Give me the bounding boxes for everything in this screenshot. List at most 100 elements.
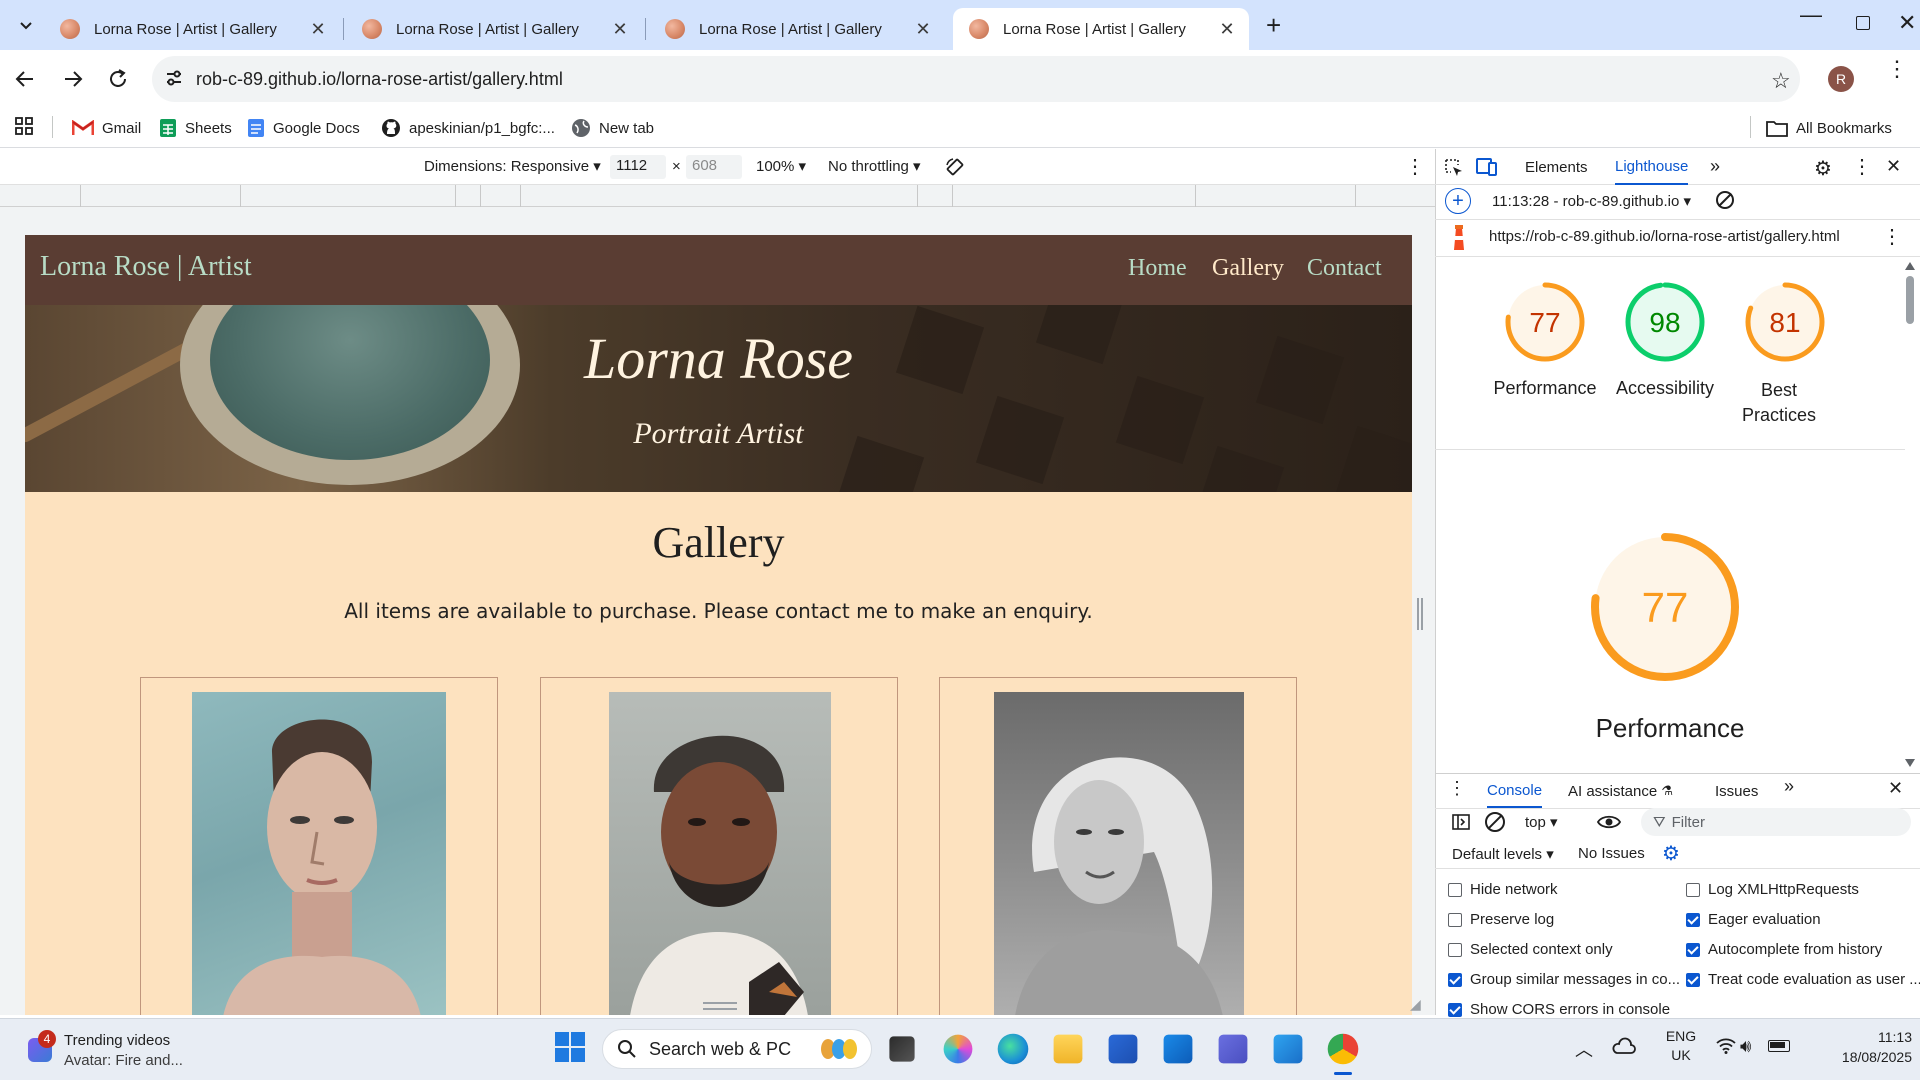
- teams-icon[interactable]: [1218, 1034, 1248, 1064]
- scroll-up-arrow-icon[interactable]: [1905, 262, 1915, 270]
- onedrive-cloud-icon[interactable]: [1612, 1037, 1636, 1055]
- console-setting-row[interactable]: Group similar messages in co...: [1448, 971, 1680, 988]
- bookmark-new-tab[interactable]: New tab: [571, 114, 654, 142]
- language-indicator[interactable]: ENG UK: [1658, 1027, 1704, 1065]
- inspect-element-icon[interactable]: [1444, 158, 1464, 178]
- checkbox[interactable]: [1448, 882, 1462, 897]
- console-settings-gear-icon[interactable]: ⚙: [1662, 841, 1680, 866]
- viewport-resize-handle-bottom[interactable]: [703, 1002, 737, 1010]
- profile-avatar[interactable]: R: [1828, 66, 1854, 92]
- portrait-woman-image[interactable]: [192, 692, 446, 1015]
- filter-input[interactable]: ⛛ Filter: [1641, 808, 1911, 836]
- back-icon[interactable]: [14, 68, 36, 90]
- portrait-elderly-woman-image[interactable]: [994, 692, 1244, 1015]
- all-bookmarks[interactable]: All Bookmarks: [1766, 114, 1892, 142]
- nav-link-home[interactable]: Home: [1128, 255, 1187, 282]
- checkbox[interactable]: [1686, 972, 1700, 987]
- close-window-icon[interactable]: ✕: [1898, 10, 1916, 36]
- nav-link-contact[interactable]: Contact: [1307, 255, 1382, 282]
- viewport-height-input[interactable]: 608: [686, 155, 742, 179]
- close-drawer-icon[interactable]: ✕: [1888, 778, 1903, 799]
- throttling-select[interactable]: No throttling ▾: [828, 157, 921, 175]
- tab-lighthouse[interactable]: Lighthouse: [1615, 149, 1689, 185]
- sidebar-toggle-icon[interactable]: [1451, 812, 1471, 832]
- taskbar-search[interactable]: Search web & PC: [602, 1029, 872, 1069]
- checkbox[interactable]: [1686, 882, 1700, 897]
- report-menu-icon[interactable]: ⋮: [1882, 224, 1902, 249]
- device-toggle-icon[interactable]: [1476, 157, 1498, 177]
- bookmark-sheets[interactable]: Sheets: [159, 114, 232, 142]
- address-bar[interactable]: rob-c-89.github.io/lorna-rose-artist/gal…: [152, 56, 1800, 102]
- browser-tab[interactable]: Lorna Rose | Artist | Gallery ✕: [44, 8, 340, 50]
- viewport-width-input[interactable]: 1112: [610, 155, 666, 179]
- rotate-icon[interactable]: [944, 156, 966, 178]
- site-info-icon[interactable]: [164, 68, 184, 88]
- start-button-icon[interactable]: [554, 1031, 586, 1063]
- widgets-button[interactable]: 4 Trending videos Avatar: Fire and...: [24, 1030, 224, 1070]
- file-explorer-icon[interactable]: [1053, 1034, 1083, 1064]
- browser-tab-active[interactable]: Lorna Rose | Artist | Gallery ✕: [953, 8, 1249, 50]
- volume-icon[interactable]: 🔊︎: [1740, 1036, 1751, 1057]
- battery-icon[interactable]: [1768, 1040, 1790, 1052]
- issues-count[interactable]: No Issues: [1578, 845, 1645, 862]
- microsoft-store-icon[interactable]: [1108, 1034, 1138, 1064]
- context-selector[interactable]: top ▾: [1525, 813, 1558, 831]
- clear-console-icon[interactable]: [1485, 812, 1505, 832]
- browser-tab[interactable]: Lorna Rose | Artist | Gallery ✕: [649, 8, 945, 50]
- new-tab-button[interactable]: +: [1266, 10, 1281, 41]
- drawer-tab-ai-assistance[interactable]: AI assistance ⚗: [1568, 774, 1673, 808]
- console-setting-row[interactable]: Treat code evaluation as user ...: [1686, 971, 1920, 988]
- console-setting-row[interactable]: Eager evaluation: [1686, 911, 1821, 928]
- checkbox[interactable]: [1686, 942, 1700, 957]
- checkbox[interactable]: [1448, 912, 1462, 927]
- browser-tab[interactable]: Lorna Rose | Artist | Gallery ✕: [346, 8, 642, 50]
- tab-elements[interactable]: Elements: [1525, 149, 1588, 185]
- bookmark-docs[interactable]: Google Docs: [247, 114, 360, 142]
- task-view-icon[interactable]: [889, 1036, 915, 1062]
- edge-icon[interactable]: [997, 1033, 1029, 1065]
- viewport-resize-corner[interactable]: ◢: [1410, 996, 1421, 1013]
- console-setting-row[interactable]: Show CORS errors in console: [1448, 1001, 1670, 1018]
- console-setting-row[interactable]: Selected context only: [1448, 941, 1613, 958]
- bookmark-star-icon[interactable]: ☆: [1771, 68, 1791, 94]
- close-tab-icon[interactable]: ✕: [1217, 19, 1237, 40]
- new-report-icon[interactable]: +: [1445, 188, 1471, 214]
- zoom-select[interactable]: 100% ▾: [756, 157, 806, 175]
- bookmark-gmail[interactable]: Gmail: [72, 114, 141, 142]
- settings-gear-icon[interactable]: ⚙: [1814, 156, 1832, 181]
- close-devtools-icon[interactable]: ✕: [1886, 156, 1901, 177]
- chrome-icon[interactable]: [1327, 1033, 1359, 1065]
- dimensions-select[interactable]: Dimensions: Responsive ▾: [424, 157, 601, 175]
- console-setting-row[interactable]: Preserve log: [1448, 911, 1554, 928]
- console-setting-row[interactable]: Autocomplete from history: [1686, 941, 1882, 958]
- device-toolbar-menu-icon[interactable]: ⋮: [1405, 154, 1425, 179]
- checkbox[interactable]: [1448, 942, 1462, 957]
- scroll-down-arrow-icon[interactable]: [1905, 759, 1915, 767]
- vscode-icon[interactable]: [1273, 1034, 1303, 1064]
- gallery-card[interactable]: [540, 677, 898, 1015]
- show-hidden-icons[interactable]: ︿: [1575, 1036, 1593, 1062]
- close-tab-icon[interactable]: ✕: [308, 19, 328, 40]
- nav-link-gallery[interactable]: Gallery: [1212, 255, 1284, 282]
- drawer-tab-issues[interactable]: Issues: [1715, 774, 1758, 808]
- chrome-menu-icon[interactable]: ⋮: [1886, 58, 1908, 80]
- live-expression-eye-icon[interactable]: [1597, 813, 1621, 831]
- report-selector[interactable]: 11:13:28 - rob-c-89.github.io ▾: [1492, 192, 1691, 210]
- drawer-menu-icon[interactable]: ⋮: [1448, 778, 1466, 799]
- site-logo[interactable]: Lorna Rose | Artist: [40, 251, 252, 283]
- console-setting-row[interactable]: Hide network: [1448, 881, 1558, 898]
- clear-reports-icon[interactable]: [1716, 191, 1734, 209]
- scrollbar-thumb[interactable]: [1906, 276, 1914, 324]
- devtools-menu-icon[interactable]: ⋮: [1852, 154, 1872, 179]
- gallery-card[interactable]: [140, 677, 498, 1015]
- apps-grid-icon[interactable]: [14, 116, 34, 136]
- lighthouse-scrollbar[interactable]: [1905, 262, 1915, 767]
- viewport-resize-handle-right[interactable]: [1417, 598, 1423, 630]
- clock[interactable]: 11:13 18/08/2025: [1800, 1027, 1912, 1067]
- portrait-man-image[interactable]: [609, 692, 831, 1015]
- drawer-tab-console[interactable]: Console: [1487, 774, 1543, 808]
- console-setting-row[interactable]: Log XMLHttpRequests: [1686, 881, 1859, 898]
- restore-icon[interactable]: [1856, 16, 1870, 30]
- checkbox[interactable]: [1448, 972, 1462, 987]
- wifi-icon[interactable]: [1716, 1038, 1736, 1054]
